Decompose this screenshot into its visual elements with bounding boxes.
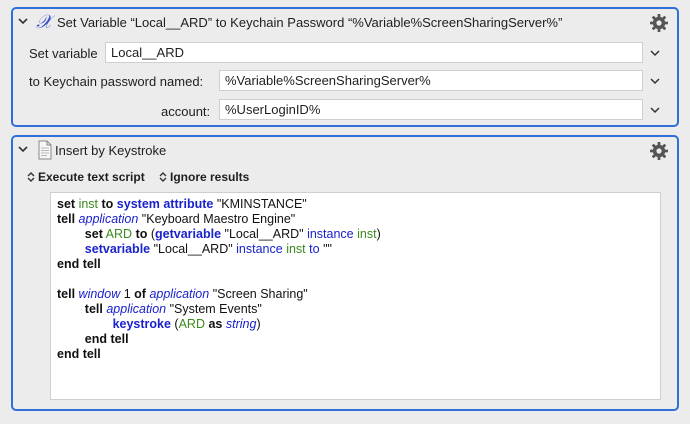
- results-option-popup[interactable]: Ignore results: [159, 170, 249, 184]
- svg-text:𝒳: 𝒳: [36, 12, 55, 32]
- script-editor[interactable]: set inst to system attribute "KMINSTANCE…: [50, 192, 661, 400]
- script-token: as: [208, 317, 223, 331]
- script-token: (: [147, 227, 156, 241]
- account-label: account:: [161, 104, 211, 119]
- script-token: getvariable: [155, 227, 222, 241]
- action-title: Set Variable “Local__ARD” to Keychain Pa…: [57, 15, 563, 30]
- script-token: to: [101, 197, 114, 211]
- results-option-label: Ignore results: [170, 170, 250, 184]
- script-token: end tell: [84, 332, 129, 346]
- script-token: application: [149, 287, 210, 301]
- script-token: [57, 227, 85, 241]
- chevron-down-icon[interactable]: [650, 106, 660, 114]
- account-field[interactable]: %UserLoginID%: [219, 99, 643, 120]
- script-line: tell window 1 of application "Screen Sha…: [57, 287, 308, 301]
- script-token: to: [135, 227, 148, 241]
- gear-icon[interactable]: [649, 141, 669, 161]
- script-token: setvariable: [84, 242, 151, 256]
- script-token: tell: [57, 287, 76, 301]
- script-token: [57, 242, 85, 256]
- script-token: set: [84, 227, 103, 241]
- script-token: "Screen Sharing": [212, 287, 308, 301]
- set-variable-label: Set variable: [29, 46, 98, 61]
- script-token: tell: [84, 302, 103, 316]
- script-line: end tell: [57, 347, 101, 361]
- script-line: tell application "Keyboard Maestro Engin…: [57, 212, 295, 226]
- script-token: application: [78, 212, 139, 226]
- script-token: inst: [357, 227, 377, 241]
- script-token: to: [309, 242, 320, 256]
- script-token: [57, 332, 85, 346]
- up-down-arrows-icon: [159, 172, 167, 182]
- script-token: of: [134, 287, 146, 301]
- script-token: inst: [78, 197, 99, 211]
- script-token: ): [256, 317, 261, 331]
- variable-name-field[interactable]: Local__ARD: [105, 42, 643, 63]
- script-token: inst: [286, 242, 306, 256]
- script-token: "": [323, 242, 332, 256]
- script-token: "KMINSTANCE": [216, 197, 307, 211]
- script-token: "Local__ARD": [153, 242, 233, 256]
- script-token: instance: [307, 227, 354, 241]
- script-token: set: [57, 197, 76, 211]
- script-token: end tell: [57, 257, 101, 271]
- script-line: end tell: [57, 257, 101, 271]
- script-line: tell application "System Events": [57, 302, 262, 316]
- keychain-name-field[interactable]: %Variable%ScreenSharingServer%: [219, 70, 643, 91]
- script-line: setvariable "Local__ARD" instance inst t…: [57, 242, 332, 256]
- script-token: ARD: [178, 317, 205, 331]
- variable-x-icon: 𝒳: [36, 12, 55, 32]
- script-token: (: [170, 317, 179, 331]
- execute-option-popup[interactable]: Execute text script: [27, 170, 145, 184]
- script-token: application: [106, 302, 167, 316]
- action-header: 𝒳 Set Variable “Local__ARD” to Keychain …: [13, 9, 677, 39]
- chevron-down-icon[interactable]: [17, 15, 29, 27]
- script-text[interactable]: set inst to system attribute "KMINSTANCE…: [51, 193, 660, 362]
- script-token: ): [376, 227, 381, 241]
- script-token: "Local__ARD": [224, 227, 304, 241]
- set-variable-action[interactable]: 𝒳 Set Variable “Local__ARD” to Keychain …: [11, 7, 679, 127]
- chevron-down-icon[interactable]: [650, 49, 660, 57]
- script-line: set ARD to (getvariable "Local__ARD" ins…: [57, 227, 381, 241]
- script-token: window: [78, 287, 121, 301]
- script-line: keystroke (ARD as string): [57, 317, 261, 331]
- insert-by-keystroke-action[interactable]: Insert by Keystroke Execute text script …: [11, 135, 679, 411]
- script-token: [57, 317, 113, 331]
- script-token: end tell: [57, 347, 101, 361]
- chevron-down-icon[interactable]: [650, 77, 660, 85]
- action-title: Insert by Keystroke: [55, 143, 167, 158]
- script-line: end tell: [57, 332, 129, 346]
- script-token: keystroke: [112, 317, 171, 331]
- script-token: ARD: [105, 227, 133, 241]
- execute-option-label: Execute text script: [38, 170, 145, 184]
- script-token: string: [225, 317, 257, 331]
- action-header: Insert by Keystroke: [13, 137, 677, 167]
- up-down-arrows-icon: [27, 172, 35, 182]
- script-token: [57, 302, 85, 316]
- script-token: 1: [120, 287, 135, 301]
- script-token: "Keyboard Maestro Engine": [141, 212, 296, 226]
- script-line: set inst to system attribute "KMINSTANCE…: [57, 197, 307, 211]
- script-token: "System Events": [169, 302, 262, 316]
- gear-icon[interactable]: [649, 13, 669, 33]
- document-icon: [38, 140, 52, 160]
- script-token: tell: [57, 212, 76, 226]
- script-token: instance: [236, 242, 283, 256]
- keychain-label: to Keychain password named:: [29, 74, 204, 89]
- script-token: system attribute: [116, 197, 214, 211]
- chevron-down-icon[interactable]: [17, 143, 29, 155]
